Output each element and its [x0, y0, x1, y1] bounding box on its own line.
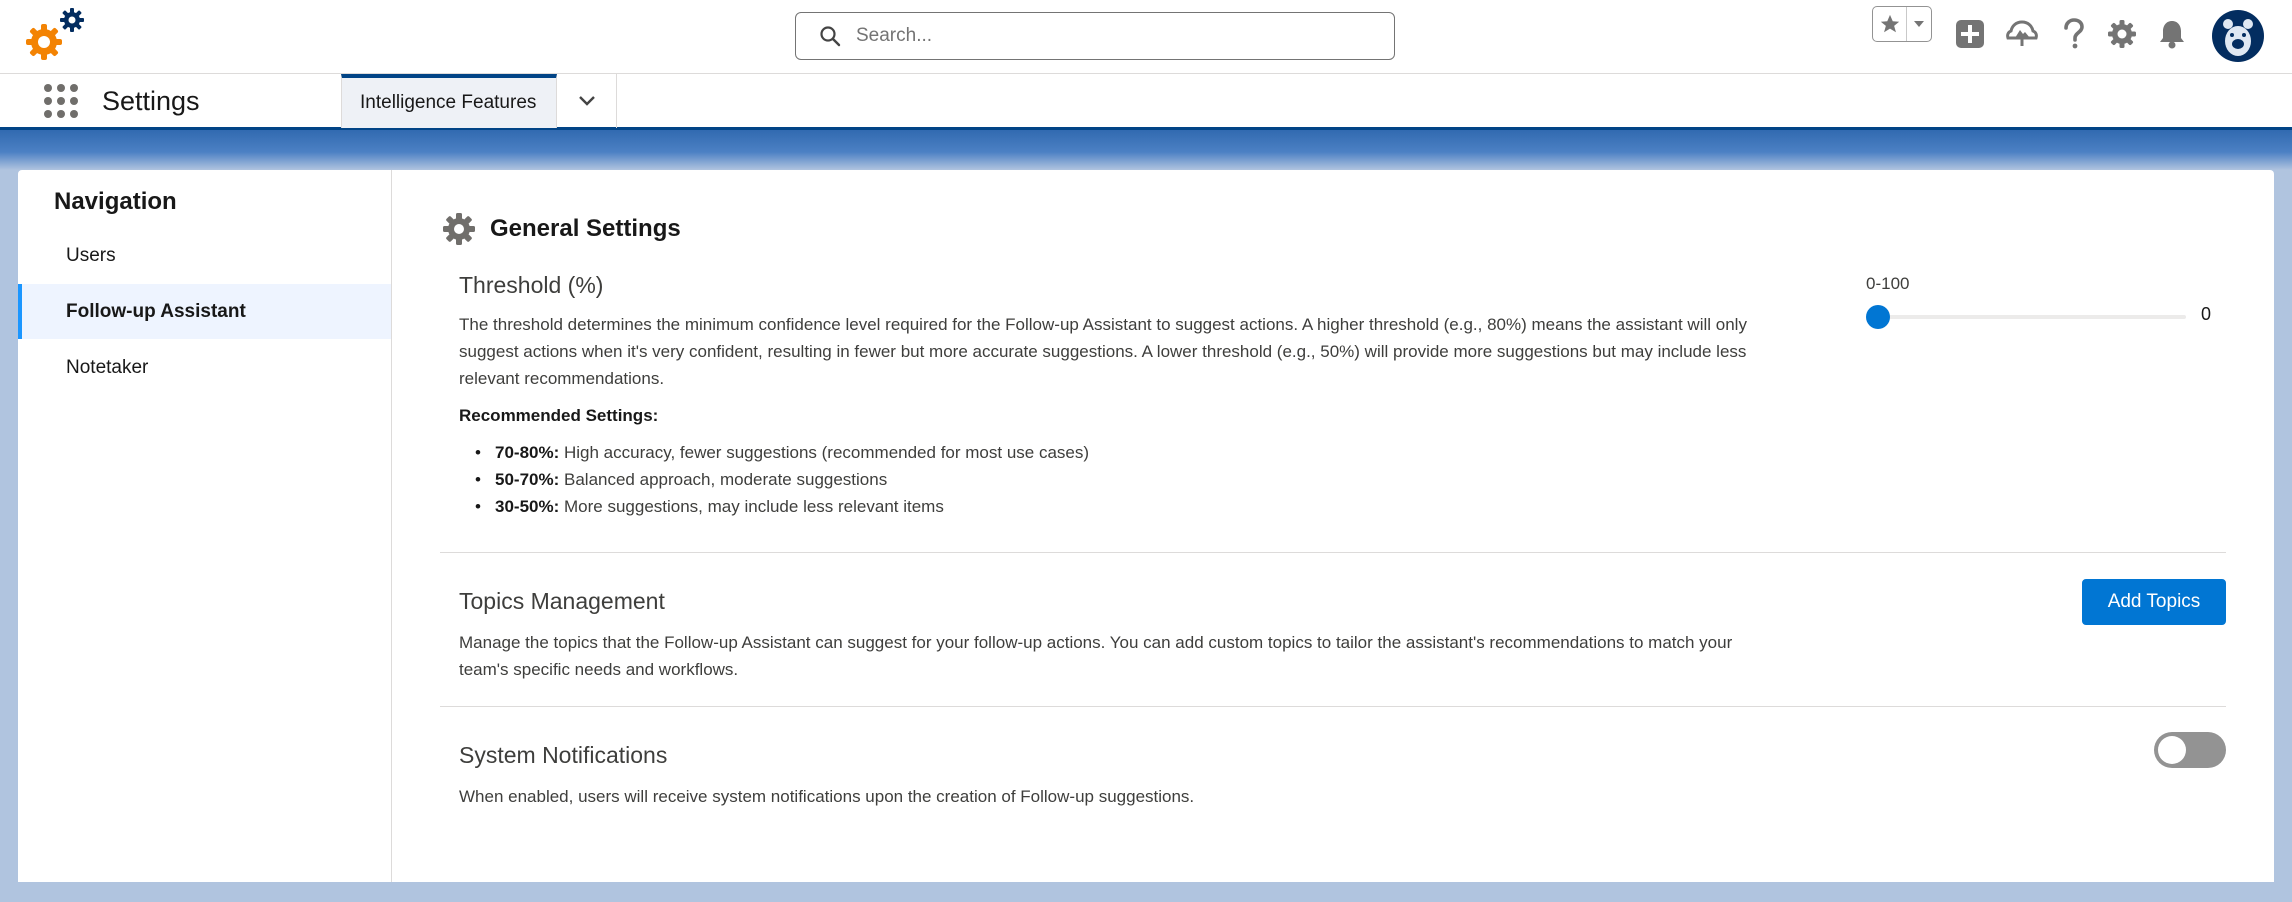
system-notifications-setting: System Notifications When enabled, users… — [459, 742, 1759, 810]
range-description: High accuracy, fewer suggestions (recomm… — [564, 443, 1090, 462]
app-navigation-bar: Settings Intelligence Features — [0, 74, 2292, 130]
slider-value: 0 — [2201, 304, 2212, 324]
slider-track[interactable] — [1872, 315, 2186, 319]
gear-icon — [2108, 20, 2136, 48]
help-button[interactable] — [2054, 14, 2094, 54]
content-card: Navigation Users Follow-up Assistant Not… — [18, 170, 2274, 882]
background-pattern — [0, 130, 2292, 170]
threshold-title: Threshold (%) — [459, 272, 604, 298]
threshold-setting: Threshold (%) The threshold determines t… — [459, 272, 1759, 520]
main-panel: General Settings Threshold (%) The thres… — [392, 170, 2274, 882]
range-description: Balanced approach, moderate suggestions — [564, 470, 888, 489]
user-avatar[interactable] — [2212, 10, 2264, 62]
sidebar-item-follow-up-assistant[interactable]: Follow-up Assistant — [18, 284, 391, 339]
sidebar-title: Navigation — [54, 188, 177, 215]
range-label: 30-50%: — [495, 497, 560, 516]
divider — [440, 552, 2226, 553]
trailhead-icon — [2006, 20, 2038, 46]
slider-thumb[interactable] — [1866, 305, 1890, 329]
favorites-button-group — [1872, 6, 1932, 42]
range-description: More suggestions, may include less relev… — [564, 497, 944, 516]
divider — [440, 706, 2226, 707]
chevron-down-icon — [578, 96, 595, 106]
help-icon — [2064, 18, 2084, 49]
tab-menu-button[interactable] — [557, 74, 617, 128]
slider-range-label: 0-100 — [1866, 274, 1910, 293]
notifications-button[interactable] — [2152, 14, 2192, 54]
list-item: 70-80%: High accuracy, fewer suggestions… — [459, 439, 1759, 466]
topics-management-setting: Topics Management Manage the topics that… — [459, 588, 1759, 683]
search-icon — [820, 26, 841, 47]
recommended-settings-list: 70-80%: High accuracy, fewer suggestions… — [459, 439, 1759, 520]
notifications-description: When enabled, users will receive system … — [459, 787, 1195, 806]
star-icon — [1880, 14, 1899, 33]
sidebar-item-users[interactable]: Users — [18, 228, 391, 283]
add-topics-button[interactable]: Add Topics — [2082, 579, 2226, 625]
bell-icon — [2160, 21, 2184, 49]
topics-title: Topics Management — [459, 588, 665, 614]
topics-description: Manage the topics that the Follow-up Ass… — [459, 633, 1733, 679]
add-icon — [1956, 20, 1984, 48]
navigation-sidebar: Navigation Users Follow-up Assistant Not… — [18, 170, 392, 882]
search-input[interactable] — [856, 25, 1376, 47]
gear-icon — [443, 213, 475, 245]
section-title: General Settings — [490, 215, 681, 242]
tab-intelligence-features[interactable]: Intelligence Features — [341, 74, 557, 128]
toggle-knob — [2158, 736, 2186, 764]
caret-down-icon — [1914, 21, 1924, 27]
threshold-slider[interactable] — [1866, 304, 2186, 330]
global-search[interactable] — [795, 12, 1395, 60]
app-launcher-icon[interactable] — [44, 84, 78, 118]
list-item: 30-50%: More suggestions, may include le… — [459, 493, 1759, 520]
setup-button[interactable] — [2102, 14, 2142, 54]
favorites-list-button[interactable] — [1907, 7, 1931, 41]
bear-avatar-icon — [2223, 19, 2253, 56]
global-header — [0, 0, 2292, 74]
list-item: 50-70%: Balanced approach, moderate sugg… — [459, 466, 1759, 493]
notifications-toggle[interactable] — [2154, 732, 2226, 768]
global-actions-button[interactable] — [1950, 14, 1990, 54]
trailhead-button[interactable] — [2002, 14, 2042, 54]
recommended-settings-title: Recommended Settings: — [459, 406, 659, 425]
range-label: 70-80%: — [495, 443, 560, 462]
settings-gears-logo-icon — [26, 8, 84, 60]
range-label: 50-70%: — [495, 470, 560, 489]
sidebar-item-notetaker[interactable]: Notetaker — [18, 340, 391, 395]
notifications-title: System Notifications — [459, 742, 668, 768]
threshold-description: The threshold determines the minimum con… — [459, 315, 1747, 388]
favorites-star-button[interactable] — [1873, 7, 1907, 41]
section-header: General Settings — [442, 212, 681, 246]
app-name: Settings — [102, 86, 200, 116]
